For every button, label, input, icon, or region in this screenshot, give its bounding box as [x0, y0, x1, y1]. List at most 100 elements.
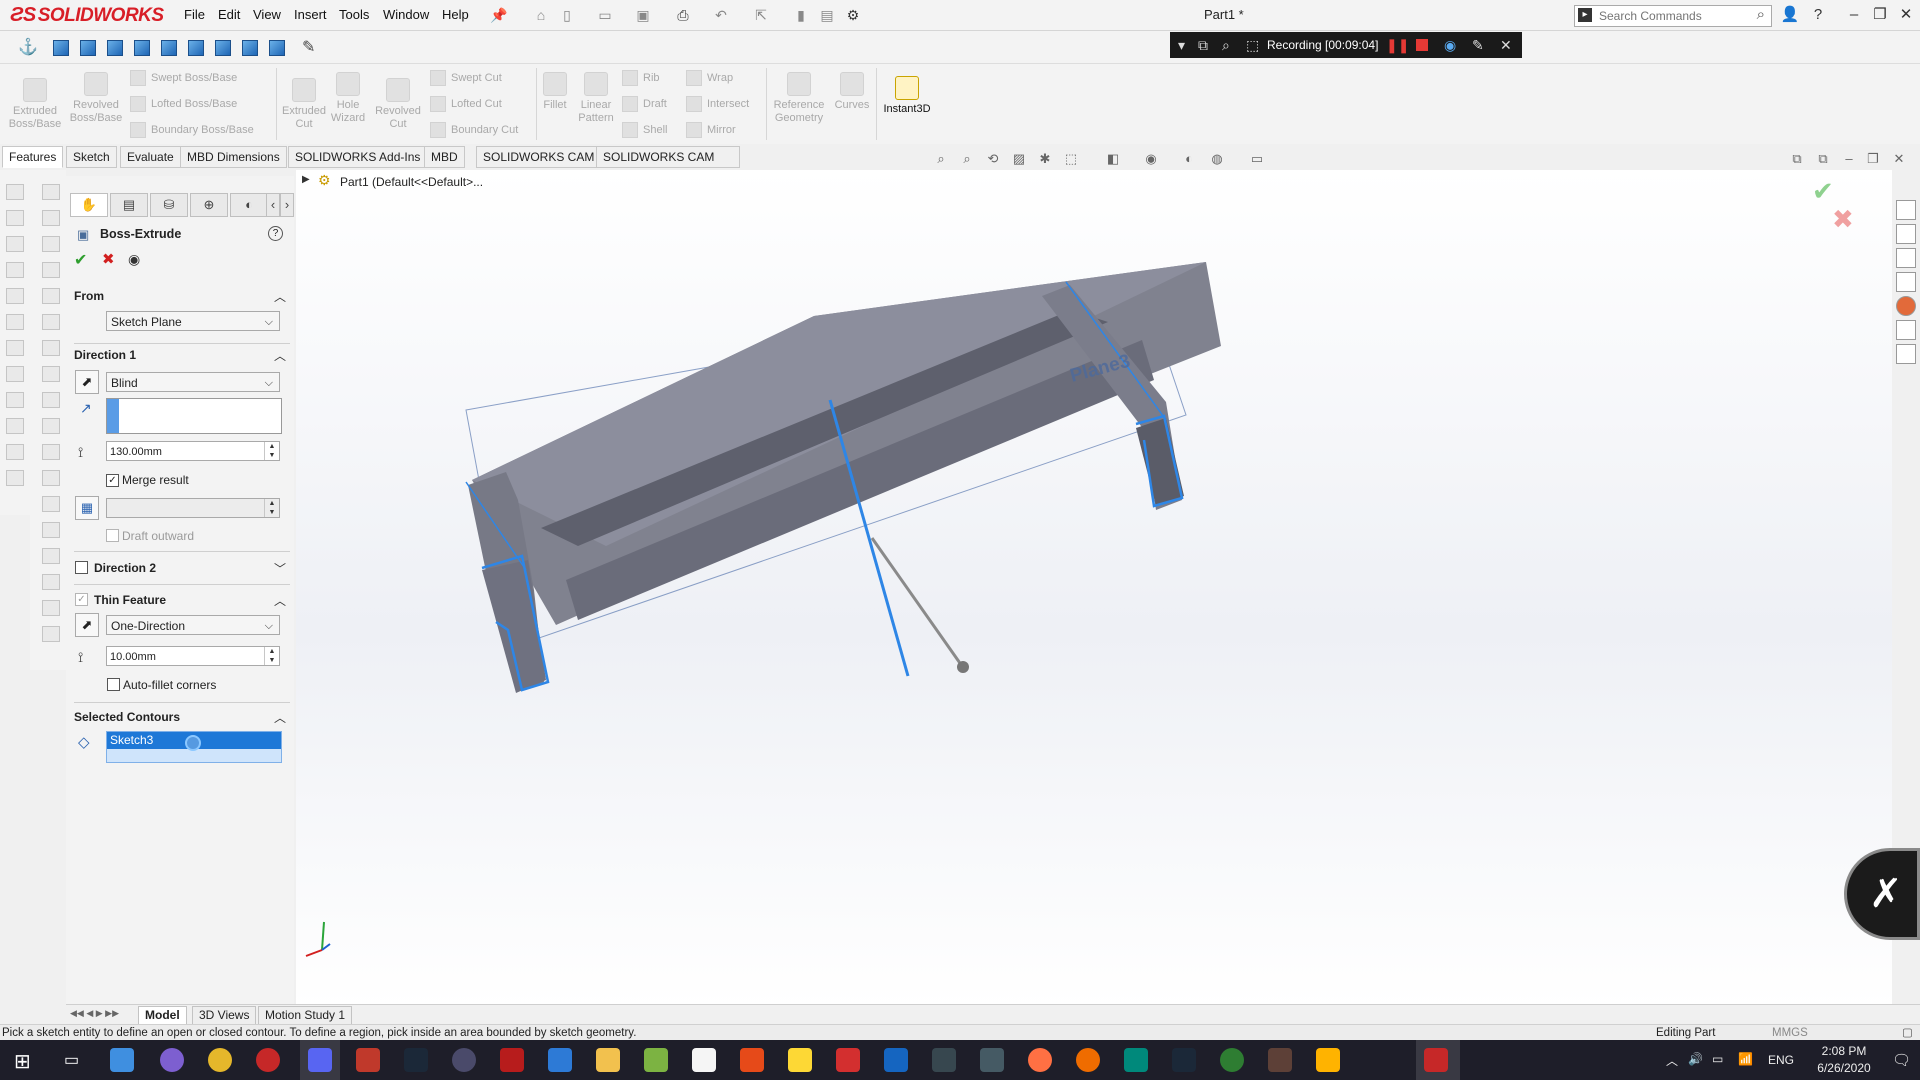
end-condition-dropdown[interactable]: Blind ⌵: [106, 372, 280, 392]
app-icon[interactable]: [740, 1048, 764, 1072]
section-thin-feature[interactable]: Thin Feature ︿: [94, 593, 290, 611]
tab-3d-views[interactable]: 3D Views: [192, 1006, 257, 1025]
confirm-ok-icon[interactable]: ✔: [1812, 176, 1834, 207]
linear-pattern-button[interactable]: Linear Pattern: [574, 72, 618, 125]
tool-icon[interactable]: [6, 288, 24, 304]
curves-button[interactable]: Curves: [830, 72, 874, 112]
app-icon[interactable]: [1316, 1048, 1340, 1072]
solidworks-logo[interactable]: ƧS SOLIDWORKS: [10, 4, 164, 26]
dynamic-annotation-icon[interactable]: ✱: [1036, 151, 1054, 169]
tool-icon[interactable]: [42, 626, 60, 642]
custom-properties-icon[interactable]: [1896, 320, 1916, 340]
viewport-restore-icon[interactable]: ❐: [1864, 151, 1882, 169]
preview-eye-icon[interactable]: ◉: [128, 251, 140, 268]
section-from[interactable]: From ︿: [74, 289, 290, 307]
direction-2-checkbox[interactable]: [75, 561, 88, 574]
reverse-thin-direction-icon[interactable]: ⬈: [75, 613, 99, 637]
tool-icon[interactable]: [42, 444, 60, 460]
undo-icon[interactable]: ↶: [712, 7, 730, 23]
left-view-icon[interactable]: [104, 37, 124, 57]
tab-features[interactable]: Features: [2, 146, 64, 168]
viewport-close-icon[interactable]: ✕: [1890, 151, 1908, 169]
view-palette-icon[interactable]: [1896, 272, 1916, 292]
notes-icon[interactable]: [788, 1048, 812, 1072]
help-icon[interactable]: ?: [268, 226, 283, 241]
tool-icon[interactable]: [42, 288, 60, 304]
app-icon[interactable]: [836, 1048, 860, 1072]
app-icon[interactable]: [644, 1048, 668, 1072]
confirm-cancel-icon[interactable]: ✖: [1832, 204, 1854, 235]
tool-icon[interactable]: [6, 262, 24, 278]
right-view-icon[interactable]: [131, 37, 151, 57]
shell-button[interactable]: Shell: [622, 122, 667, 138]
swept-cut-button[interactable]: Swept Cut: [430, 70, 502, 86]
file-explorer-icon[interactable]: [1896, 248, 1916, 268]
tool-icon[interactable]: [42, 262, 60, 278]
from-dropdown[interactable]: Sketch Plane ⌵: [106, 311, 280, 331]
tool-icon[interactable]: [6, 470, 24, 486]
file-explorer-icon[interactable]: [596, 1048, 620, 1072]
new-document-icon[interactable]: ▯: [558, 7, 576, 23]
tool-icon[interactable]: [42, 574, 60, 590]
pen-icon[interactable]: ✎: [1472, 37, 1484, 54]
spin-arrows-icon[interactable]: ▲ ▼: [264, 647, 279, 665]
rib-button[interactable]: Rib: [622, 70, 660, 86]
viber-icon[interactable]: [160, 1048, 184, 1072]
wrap-button[interactable]: Wrap: [686, 70, 733, 86]
window-icon[interactable]: ⧉: [1198, 37, 1208, 54]
configuration-tab-icon[interactable]: ⛁: [150, 193, 188, 217]
app-icon[interactable]: [110, 1048, 134, 1072]
tool-icon[interactable]: [6, 444, 24, 460]
search-icon[interactable]: ⌕: [1222, 37, 1230, 54]
stop-icon[interactable]: [1416, 39, 1428, 51]
lofted-cut-button[interactable]: Lofted Cut: [430, 96, 502, 112]
tab-addins[interactable]: SOLIDWORKS Add-Ins: [288, 146, 428, 168]
viewport-tile-icon[interactable]: ⧉: [1788, 151, 1806, 169]
steam-icon[interactable]: [1172, 1048, 1196, 1072]
chrome-icon[interactable]: [208, 1048, 232, 1072]
app-icon[interactable]: [452, 1048, 476, 1072]
tool-icon[interactable]: [42, 392, 60, 408]
draft-outward-checkbox[interactable]: [106, 529, 119, 542]
hole-wizard-button[interactable]: Hole Wizard: [326, 72, 370, 125]
draft-icon[interactable]: ▦: [75, 496, 99, 520]
normal-to-icon[interactable]: ⚓: [18, 37, 38, 57]
tool-icon[interactable]: [42, 470, 60, 486]
bottom-view-icon[interactable]: [185, 37, 205, 57]
tool-icon[interactable]: [6, 184, 24, 200]
tab-cam[interactable]: SOLIDWORKS CAM: [476, 146, 602, 168]
tool-icon[interactable]: [6, 236, 24, 252]
extruded-boss-button[interactable]: Extruded Boss/Base: [6, 78, 64, 131]
section-selected-contours[interactable]: Selected Contours ︿: [74, 710, 290, 728]
close-icon[interactable]: ✕: [1500, 37, 1512, 54]
tool-icon[interactable]: [42, 314, 60, 330]
section-view-icon[interactable]: ▨: [1010, 151, 1028, 169]
tab-motion-study[interactable]: Motion Study 1: [258, 1006, 353, 1025]
tab-mbd[interactable]: MBD: [424, 146, 465, 168]
instant3d-button[interactable]: Instant3D: [878, 76, 936, 116]
selected-contours-list[interactable]: Sketch3: [106, 731, 282, 763]
extruded-cut-button[interactable]: Extruded Cut: [280, 78, 328, 131]
chat-icon[interactable]: ▢: [1902, 1025, 1913, 1041]
zoom-to-fit-icon[interactable]: ⌕: [932, 151, 950, 169]
apply-scene-icon[interactable]: ◍: [1208, 151, 1226, 169]
viewport-split-icon[interactable]: ⧉: [1814, 151, 1832, 169]
viewport-minimize-icon[interactable]: –: [1840, 151, 1858, 169]
edit-appearance-icon[interactable]: ◐: [1180, 151, 1198, 169]
tab-model[interactable]: Model: [138, 1006, 187, 1025]
volume-icon[interactable]: 🔊: [1688, 1052, 1703, 1066]
search-commands-box[interactable]: ▸ ⌕: [1574, 5, 1772, 27]
tab-left-arrow-icon[interactable]: ‹: [266, 193, 280, 217]
blender-icon[interactable]: [1076, 1048, 1100, 1072]
propertymanager-tab-icon[interactable]: ▤: [110, 193, 148, 217]
rebuild-icon[interactable]: ▮: [792, 7, 810, 23]
model-view[interactable]: Plane3: [296, 170, 1892, 1008]
view-orientation-icon[interactable]: ⬚: [1062, 151, 1080, 169]
intersect-button[interactable]: Intersect: [686, 96, 749, 112]
revolved-cut-button[interactable]: Revolved Cut: [372, 78, 424, 131]
tool-icon[interactable]: [42, 340, 60, 356]
solidworks-resources-icon[interactable]: [1896, 200, 1916, 220]
status-units[interactable]: MMGS: [1772, 1025, 1808, 1041]
top-view-icon[interactable]: [158, 37, 178, 57]
auto-fillet-checkbox[interactable]: [107, 678, 120, 691]
